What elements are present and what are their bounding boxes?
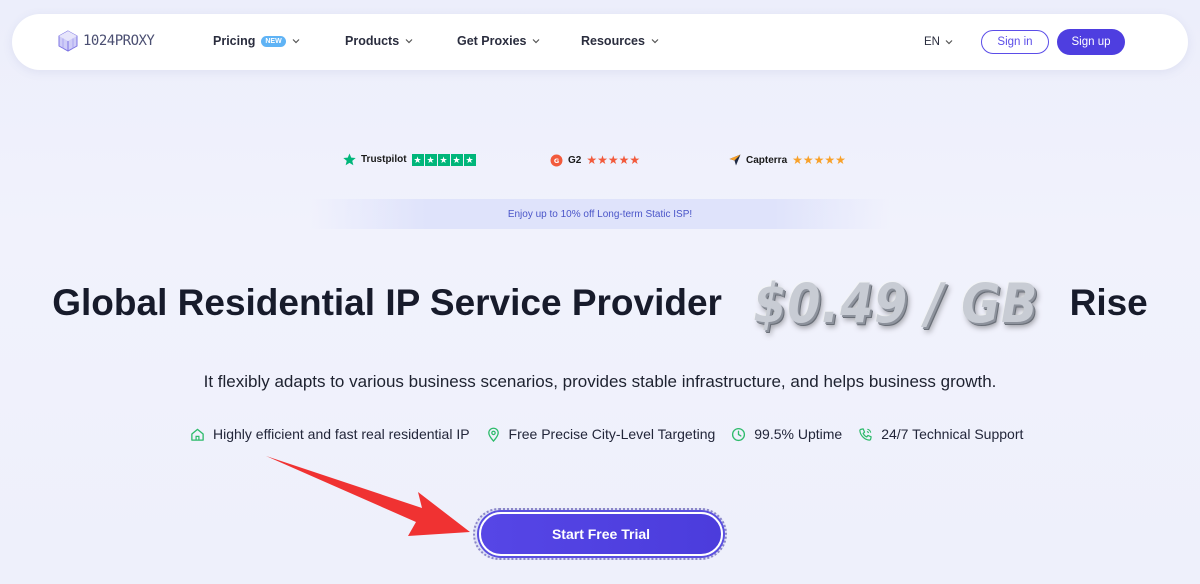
capterra-logo-icon — [729, 154, 741, 166]
chevron-down-icon — [292, 39, 300, 44]
logo-text: 1024PROXY — [83, 33, 155, 49]
feature-label: 99.5% Uptime — [754, 426, 843, 442]
nav-item-label: Products — [345, 34, 400, 48]
price-tag: $0.49 / GB — [753, 271, 1039, 335]
rating-trustpilot[interactable]: Trustpilot ★ ★ ★ ★ ★ — [343, 153, 476, 166]
chevron-down-icon — [405, 39, 413, 44]
svg-text:G: G — [554, 156, 559, 164]
language-label: EN — [924, 36, 940, 48]
nav-item-products[interactable]: Products — [345, 34, 413, 48]
chevron-down-icon — [651, 39, 659, 44]
feature-item: 99.5% Uptime — [731, 426, 842, 442]
chevron-down-icon — [533, 39, 540, 44]
new-badge: NEW — [261, 35, 286, 47]
nav-item-resources[interactable]: Resources — [581, 34, 659, 48]
home-icon — [191, 428, 204, 441]
nav-item-get-proxies[interactable]: Get Proxies — [457, 34, 540, 48]
ratings-row: Trustpilot ★ ★ ★ ★ ★ G G2 ★★★★★ Capterra ★★★… — [0, 153, 1200, 171]
feature-item: Free Precise City-Level Targeting — [486, 426, 716, 442]
nav-item-label: Pricing — [213, 34, 256, 48]
trustpilot-stars: ★ ★ ★ ★ ★ — [411, 153, 476, 166]
trustpilot-star-icon — [343, 153, 356, 166]
promo-text: Enjoy up to 10% off Long-term Static ISP… — [507, 208, 693, 220]
sign-in-button[interactable]: Sign in — [981, 30, 1049, 54]
feature-item: 24/7 Technical Support — [858, 426, 1023, 442]
headline-prefix: Global Residential IP Service Provider — [52, 282, 722, 323]
rating-name: G2 — [568, 154, 582, 166]
logo-cube-icon — [58, 30, 78, 52]
capterra-stars: ★★★★★ — [792, 153, 846, 167]
rating-capterra[interactable]: Capterra ★★★★★ — [729, 153, 846, 167]
g2-logo-icon: G — [550, 154, 563, 166]
clock-icon — [732, 427, 746, 441]
feature-label: 24/7 Technical Support — [881, 426, 1024, 442]
nav-item-label: Get Proxies — [457, 34, 527, 48]
g2-stars: ★★★★★ — [586, 153, 641, 167]
rating-g2[interactable]: G G2 ★★★★★ — [550, 153, 640, 167]
feature-label: Free Precise City-Level Targeting — [508, 426, 716, 442]
hero-headline: Global Residential IP Service Provider $… — [0, 270, 1200, 336]
feature-item: Highly efficient and fast real residenti… — [190, 426, 470, 442]
headline-suffix: Rise — [1069, 282, 1148, 323]
rating-name: Trustpilot — [361, 154, 407, 165]
chevron-down-icon — [945, 40, 953, 45]
hero-subtitle: It flexibly adapts to various business s… — [203, 372, 997, 391]
nav-item-pricing[interactable]: Pricing NEW — [213, 34, 300, 48]
start-free-trial-button[interactable]: Start Free Trial — [479, 512, 723, 556]
promo-banner[interactable]: Enjoy up to 10% off Long-term Static ISP… — [310, 199, 890, 229]
red-arrow-icon — [266, 456, 470, 536]
nav-item-label: Resources — [581, 34, 645, 48]
feature-label: Highly efficient and fast real residenti… — [213, 426, 470, 442]
phone-icon — [859, 427, 872, 441]
sign-up-button[interactable]: Sign up — [1057, 29, 1125, 55]
location-pin-icon — [487, 427, 499, 442]
language-selector[interactable]: EN — [924, 36, 953, 48]
logo[interactable]: 1024PROXY — [57, 30, 155, 52]
rating-name: Capterra — [746, 154, 788, 166]
top-navbar: 1024PROXY Pricing NEW Products Get Proxi… — [12, 14, 1188, 70]
feature-list: Highly efficient and fast real residenti… — [190, 424, 1039, 444]
